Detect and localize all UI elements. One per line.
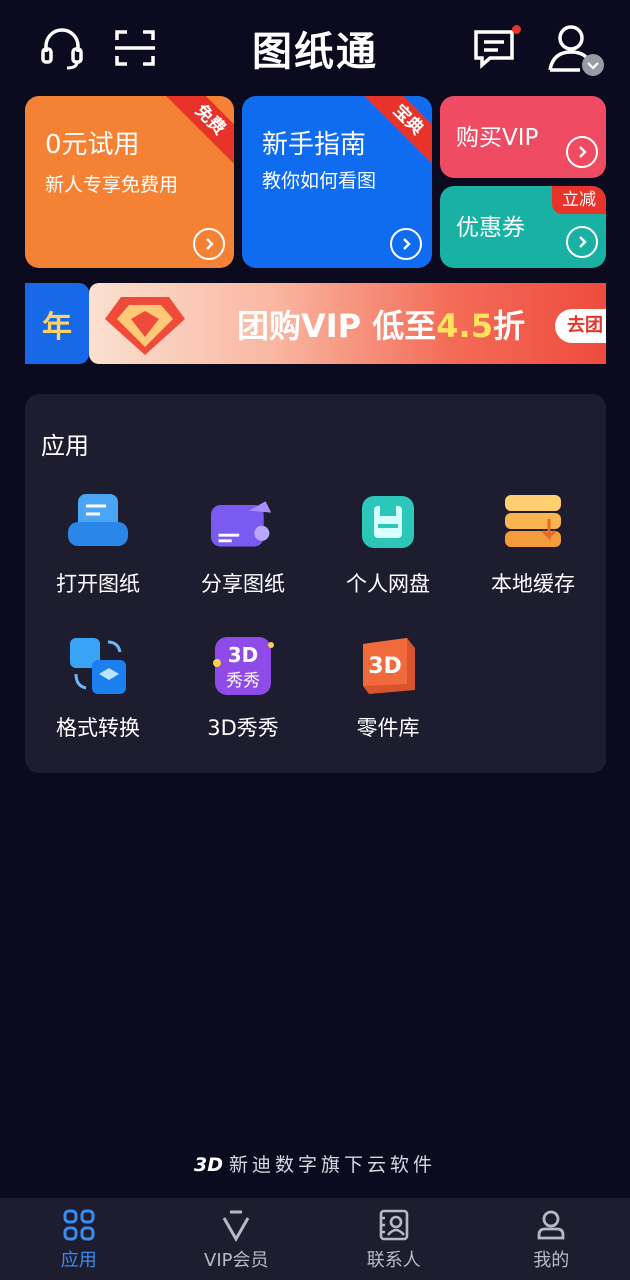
- scan-icon[interactable]: [109, 22, 161, 74]
- discount-tag: 立减: [552, 186, 606, 214]
- banner-body: 团购VIP 低至4.5折 去团: [89, 283, 606, 364]
- app-parts-library[interactable]: 3D 零件库: [315, 634, 461, 754]
- app-label: 本地缓存: [491, 572, 575, 596]
- profile-icon: [537, 1210, 565, 1240]
- apps-grid-icon: [63, 1209, 95, 1241]
- banner-discount: 4.5: [436, 307, 493, 345]
- group-buy-button[interactable]: 去团: [555, 309, 606, 343]
- tab-label: 联系人: [366, 1250, 421, 1271]
- app-label: 格式转换: [56, 716, 140, 740]
- svg-text:3D: 3D: [228, 643, 259, 667]
- user-icon[interactable]: [540, 22, 606, 76]
- brand-footer: 3D 新迪数字旗下云软件: [0, 1150, 630, 1177]
- banner-suffix: 折: [492, 307, 525, 345]
- banner-left-char: 年: [42, 309, 72, 345]
- chevron-right-icon: [390, 228, 422, 260]
- brand-text: 新迪数字旗下云软件: [228, 1154, 436, 1176]
- guide-ribbon: 宝典: [362, 96, 432, 166]
- bottom-tab-bar: 应用 VIP会员 联系人 我的: [0, 1198, 630, 1280]
- local-cache-icon: [501, 490, 565, 554]
- app-label: 分享图纸: [201, 572, 285, 596]
- parts-library-icon: 3D: [356, 634, 420, 698]
- coupon-card[interactable]: 立减 优惠券: [440, 186, 606, 268]
- app-format-convert[interactable]: 格式转换: [25, 634, 171, 754]
- contacts-icon: [379, 1209, 409, 1241]
- format-convert-icon: [66, 634, 130, 698]
- share-drawing-icon: [211, 490, 275, 554]
- 3d-show-icon: 3D 秀秀: [211, 634, 275, 698]
- vip-icon: [222, 1210, 250, 1242]
- app-open-drawing[interactable]: 打开图纸: [25, 490, 171, 610]
- guide-title: 新手指南: [262, 130, 367, 160]
- app-share-drawing[interactable]: 分享图纸: [170, 490, 316, 610]
- app-label: 个人网盘: [346, 572, 430, 596]
- tab-profile[interactable]: 我的: [473, 1198, 630, 1280]
- chevron-right-icon: [566, 136, 598, 168]
- tab-label: 我的: [533, 1250, 570, 1271]
- trial-card[interactable]: 免费 0元试用 新人专享免费用: [25, 96, 234, 268]
- svg-text:秀秀: 秀秀: [226, 671, 260, 691]
- previous-banner-slice: 年: [25, 283, 89, 364]
- buy-vip-card[interactable]: 购买VIP: [440, 96, 606, 178]
- tab-label: VIP会员: [204, 1250, 269, 1271]
- tab-label: 应用: [60, 1250, 97, 1271]
- chevron-right-icon: [566, 226, 598, 258]
- app-label: 零件库: [356, 716, 420, 740]
- brand-logo-icon: 3D: [193, 1154, 223, 1176]
- chevron-down-icon: [582, 54, 604, 76]
- app-logo: 图纸通: [252, 29, 378, 75]
- unread-dot: [512, 25, 521, 34]
- app-cloud-disk[interactable]: 个人网盘: [315, 490, 461, 610]
- vip-diamond-icon: [105, 297, 185, 355]
- apps-panel: 应用 打开图纸 分享图纸 个人网盘 本地缓存 格式转换 3D 秀秀 3D秀秀 3…: [25, 394, 606, 773]
- apps-title: 应用: [41, 432, 89, 460]
- app-label: 3D秀秀: [207, 716, 279, 740]
- banner-text: 团购VIP 低至: [237, 307, 437, 345]
- guide-card[interactable]: 宝典 新手指南 教你如何看图: [242, 96, 432, 268]
- open-drawing-icon: [66, 490, 130, 554]
- guide-subtitle: 教你如何看图: [262, 170, 377, 192]
- tab-vip[interactable]: VIP会员: [158, 1198, 316, 1280]
- app-label: 打开图纸: [56, 572, 140, 596]
- chevron-right-icon: [193, 228, 225, 260]
- tab-apps[interactable]: 应用: [0, 1198, 158, 1280]
- buy-vip-title: 购买VIP: [456, 125, 539, 151]
- cloud-disk-icon: [356, 490, 420, 554]
- app-local-cache[interactable]: 本地缓存: [460, 490, 606, 610]
- promo-banner[interactable]: 年 团购VIP 低至4.5折 去团: [25, 283, 606, 364]
- message-icon[interactable]: [468, 22, 521, 74]
- tab-contacts[interactable]: 联系人: [315, 1198, 473, 1280]
- banner-headline: 团购VIP 低至4.5折: [237, 301, 525, 347]
- coupon-title: 优惠券: [456, 215, 525, 241]
- app-3d-show[interactable]: 3D 秀秀 3D秀秀: [170, 634, 316, 754]
- trial-subtitle: 新人专享免费用: [45, 174, 179, 196]
- headset-icon[interactable]: [36, 22, 88, 74]
- trial-title: 0元试用: [45, 130, 140, 160]
- free-ribbon: 免费: [164, 96, 234, 166]
- svg-text:3D: 3D: [368, 654, 402, 679]
